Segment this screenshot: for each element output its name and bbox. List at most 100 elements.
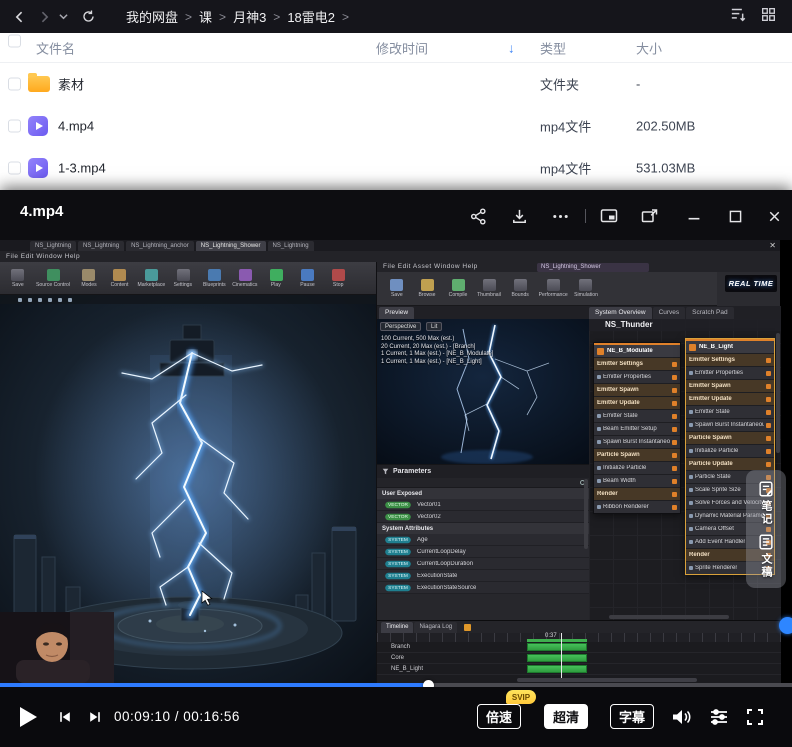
viewport-toolbar-overlay [0,295,376,304]
file-row[interactable]: 1-3.mp4 mp4文件 531.03MB [0,147,792,189]
niagara-toolbar-label: Simulation [574,292,598,297]
breadcrumb-item[interactable]: 月神3 [233,7,266,26]
module-icon [689,475,693,479]
window-tab: NS_Lightning_Shower [196,241,266,251]
enabled-toggle [672,414,677,419]
stack-row: Emitter Properties [686,366,774,379]
select-all-checkbox[interactable] [8,35,21,48]
file-size: 202.50MB [636,119,695,134]
stack-row: Particle Spawn [686,431,774,444]
refresh-icon[interactable] [76,5,100,29]
svip-badge: SVIP [506,690,536,704]
subtitles-button[interactable]: 字幕 [610,704,654,729]
stack-row-label: Particle Spawn [597,452,640,458]
enabled-toggle [672,427,677,432]
row-checkbox[interactable] [8,162,21,175]
main-toolbar-item: Cinematics [230,262,261,294]
video-surface[interactable]: NS_LightningNS_LightningNS_Lightning_anc… [0,240,792,683]
parameter-name: CurrentLoopDelay [417,549,466,555]
settings-sliders-icon[interactable] [706,704,732,730]
chevron-down-icon[interactable] [56,5,70,29]
close-icon[interactable] [762,204,786,228]
file-row[interactable]: 素材 文件夹 - [0,63,792,105]
breadcrumb-item[interactable]: 课 [199,7,212,26]
niagara-toolbar-label: Thumbnail [478,292,502,297]
notes-button[interactable]: 笔记 [757,480,775,526]
particle-stats: 100 Current, 500 Max (est.)20 Current, 2… [381,336,493,366]
preview-stat-line: 20 Current, 20 Max (est.) - [Branch] [381,344,493,352]
back-icon[interactable] [8,5,32,29]
enabled-toggle [672,362,677,367]
main-toolbar-label: Stop [333,282,343,287]
main-toolbar-icon [11,269,24,281]
row-checkbox[interactable] [8,78,21,91]
main-toolbar-label: Play [271,282,281,287]
pop-out-window-icon[interactable] [638,204,662,228]
next-button[interactable] [84,707,106,727]
row-checkbox[interactable] [8,120,21,133]
more-options-icon[interactable] [548,204,572,228]
enabled-toggle [766,371,771,376]
module-icon [689,423,693,427]
breadcrumb-item[interactable]: 我的网盘 [126,7,178,26]
enabled-toggle [766,358,771,363]
enabled-toggle [672,479,677,484]
stack-row: Particle Update [686,457,774,470]
quality-button[interactable]: 超清 [544,704,588,729]
sort-descending-icon[interactable]: ↓ [508,40,515,55]
stack-row-label: Initialize Particle [603,465,646,471]
main-toolbar-item: Pause [292,262,323,294]
webcam-overlay [0,612,114,683]
track-clip [527,643,587,651]
enabled-toggle [672,401,677,406]
parameters-search-row [377,478,589,488]
parameter-namespace-tag: SYSTEM [385,536,411,542]
main-toolbar-item: Settings [168,262,199,294]
assistant-bubble-button[interactable] [779,617,792,634]
niagara-preview-viewport: Perspective Lit 100 Current, 500 Max (es… [377,319,589,464]
file-row[interactable]: 4.mp4 mp4文件 202.50MB [0,105,792,147]
grid-view-icon[interactable] [761,7,776,27]
parameter-row: SYSTEMCurrentLoopDelay [377,546,589,558]
volume-icon[interactable] [668,704,694,730]
parameter-row: SYSTEMExecutionState [377,570,589,582]
maximize-icon[interactable] [723,204,747,228]
transcript-button[interactable]: 文稿 [757,533,775,579]
timeline-header: Timeline Niagara Log [377,621,781,633]
forward-icon[interactable] [32,5,56,29]
download-icon[interactable] [507,204,531,228]
enabled-toggle [766,410,771,415]
fullscreen-icon[interactable] [742,704,768,730]
minimize-icon[interactable] [682,204,706,228]
file-type: mp4文件 [540,117,591,136]
stack-row: Emitter Spawn [686,379,774,392]
niagara-toolbar-item: Compile [443,272,474,305]
file-size: 531.03MB [636,161,695,176]
stack-row: Emitter Spawn [594,383,680,396]
previous-button[interactable] [54,707,76,727]
window-tab: NS_Lightning [268,241,314,251]
niagara-toolbar-icon [421,279,434,291]
player-controls: 00:09:10 / 00:16:56 倍速 SVIP 超清 字幕 [0,687,792,747]
main-toolbar-icon [301,269,314,281]
share-icon[interactable] [466,204,490,228]
picture-in-picture-icon[interactable] [597,204,621,228]
breadcrumb-item[interactable]: 18雷电2 [287,7,335,26]
enabled-toggle [672,388,677,393]
main-toolbar-icon [332,269,345,281]
file-type: 文件夹 [540,75,579,94]
stack-row-label: Particle Spawn [689,435,732,441]
emitter-icon [597,348,604,355]
system-asset-name: NS_Thunder [589,319,781,331]
overview-tab: Scratch Pad [686,307,733,319]
playback-speed-button[interactable]: 倍速 [477,704,521,729]
main-toolbar-label: Pause [300,282,314,287]
column-header-modified[interactable]: 修改时间 [376,38,428,57]
sort-icon[interactable] [730,7,747,27]
module-icon [597,414,601,418]
main-toolbar-label: Source Control [36,282,70,287]
parameter-namespace-tag: SYSTEM [385,584,411,590]
breadcrumb-separator: > [185,10,192,24]
viewport-mode-pills: Perspective Lit [380,322,445,331]
play-button[interactable] [14,703,42,731]
